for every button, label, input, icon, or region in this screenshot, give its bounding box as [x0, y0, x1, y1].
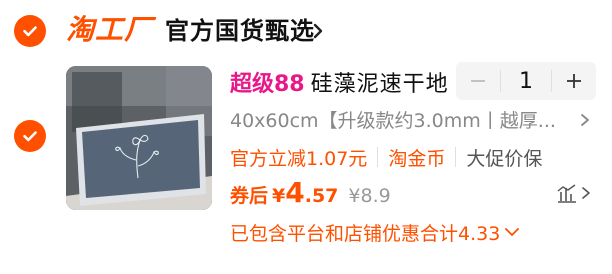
check-icon	[23, 131, 37, 142]
item-select-checkbox[interactable]	[14, 120, 46, 152]
promo-coins: 淘金币	[388, 147, 446, 170]
chevron-down-icon	[505, 228, 520, 236]
sku-spec-text: 40x60cm【升级款约3.0mm丨越厚...	[230, 109, 556, 132]
promo-price-protect: 大促价保	[466, 147, 543, 170]
chevron-right-icon[interactable]	[580, 186, 592, 200]
chevron-right-icon[interactable]	[310, 19, 326, 43]
shop-name[interactable]: 官方国货甄选	[165, 14, 315, 48]
shop-header[interactable]: 淘工厂 官方国货甄选	[0, 0, 612, 62]
quantity-value[interactable]: 1	[501, 69, 551, 94]
promo-official-discount: 官方立减1.07元	[230, 147, 368, 170]
price-integer: 4	[285, 176, 305, 209]
original-price: ¥8.9	[348, 185, 391, 207]
price-decimal: .57	[304, 185, 339, 207]
price-label: 券后	[230, 185, 269, 207]
minus-icon	[471, 80, 485, 82]
plus-icon	[567, 74, 581, 88]
promo-divider	[455, 147, 457, 167]
shop-logo[interactable]: 淘工厂	[66, 12, 153, 48]
discount-summary-text: 已包含平台和店铺优惠合计4.33	[230, 222, 501, 245]
sku-spec[interactable]: 40x60cm【升级款约3.0mm丨越厚...	[230, 104, 556, 134]
increase-button[interactable]	[552, 62, 596, 100]
discount-summary[interactable]: 已包含平台和店铺优惠合计4.33	[230, 216, 520, 248]
price: 券后 ¥ 4 .57 ¥8.9	[230, 176, 391, 212]
promo-list: 官方立减1.07元 淘金币 大促价保	[230, 142, 542, 172]
product-thumbnail[interactable]	[66, 66, 212, 210]
product-title[interactable]: 超级88 硅藻泥速干地	[230, 64, 449, 100]
promo-tag: 超级88	[230, 72, 305, 97]
chevron-right-icon[interactable]	[578, 112, 592, 128]
quantity-stepper[interactable]: 1	[456, 62, 596, 100]
check-icon	[23, 26, 37, 37]
shop-select-checkbox[interactable]	[14, 15, 46, 47]
price-currency: ¥	[272, 185, 286, 207]
price-trend-icon[interactable]	[555, 182, 579, 204]
product-image	[66, 66, 212, 210]
decrease-button[interactable]	[456, 62, 500, 100]
product-title-text: 硅藻泥速干地	[310, 72, 449, 97]
promo-divider	[377, 147, 379, 167]
